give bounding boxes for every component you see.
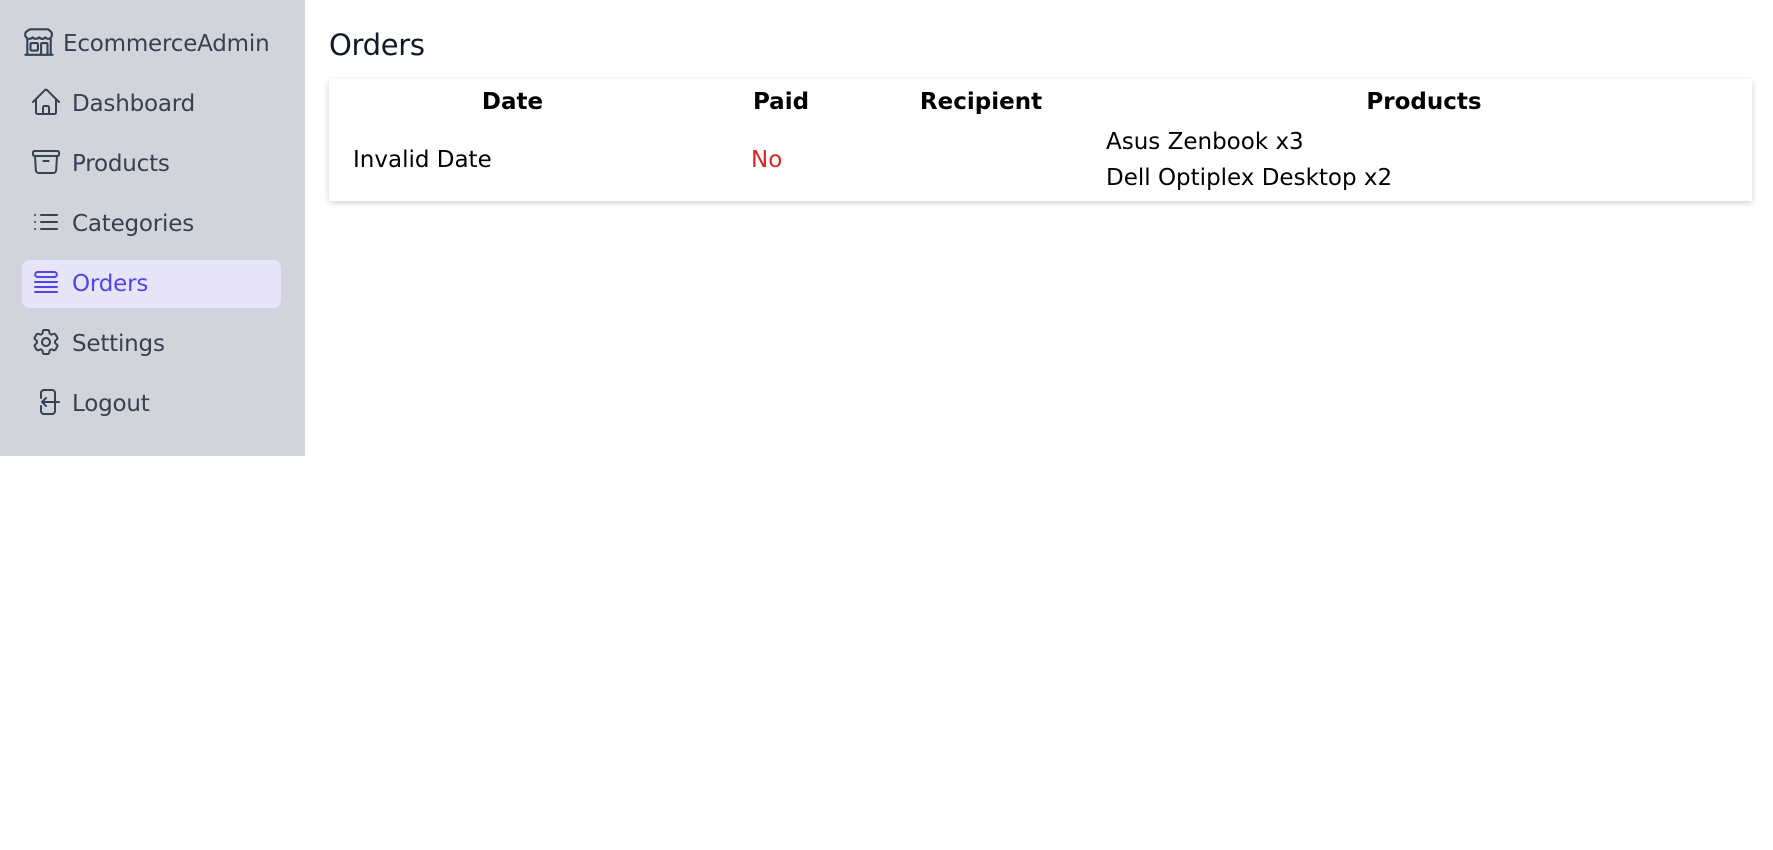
sidebar-item-settings[interactable]: Settings xyxy=(22,320,283,368)
column-header-date: Date xyxy=(481,89,544,115)
order-products: Asus Zenbook x3 Dell Optiplex Desktop x2 xyxy=(1096,121,1752,199)
column-header-paid: Paid xyxy=(752,89,810,115)
sidebar-item-label: Products xyxy=(72,151,170,177)
sidebar: EcommerceAdmin Dashboard Products Catego… xyxy=(0,0,305,456)
sidebar-item-label: Categories xyxy=(72,211,194,237)
column-header-recipient: Recipient xyxy=(919,89,1043,115)
sidebar-nav: Dashboard Products Categories Orders Set… xyxy=(22,80,283,428)
sidebar-item-label: Logout xyxy=(72,391,150,417)
table-row: Invalid Date No Asus Zenbook x3 Dell Opt… xyxy=(329,121,1752,199)
sidebar-item-logout[interactable]: Logout xyxy=(22,380,283,428)
orders-table: Date Paid Recipient Products Invalid Dat… xyxy=(329,79,1752,199)
sidebar-item-label: Dashboard xyxy=(72,91,195,117)
order-paid-status: No xyxy=(751,147,783,173)
column-header-products: Products xyxy=(1366,89,1482,115)
sidebar-item-orders[interactable]: Orders xyxy=(22,260,281,308)
sidebar-item-dashboard[interactable]: Dashboard xyxy=(22,80,283,128)
sidebar-item-products[interactable]: Products xyxy=(22,140,283,188)
queue-list-icon xyxy=(30,266,72,302)
sidebar-item-label: Settings xyxy=(72,331,165,357)
logout-icon xyxy=(30,386,72,422)
main-content: Orders Date Paid Recipient Products Inva… xyxy=(329,0,1773,850)
store-icon xyxy=(22,25,63,63)
product-line: Asus Zenbook x3 xyxy=(1106,129,1304,155)
table-header-row: Date Paid Recipient Products xyxy=(329,79,1752,121)
home-icon xyxy=(30,86,72,122)
gear-icon xyxy=(30,326,72,362)
sidebar-item-categories[interactable]: Categories xyxy=(22,200,283,248)
order-recipient xyxy=(866,121,1096,199)
list-icon xyxy=(30,206,72,242)
page-title: Orders xyxy=(329,28,425,62)
order-date: Invalid Date xyxy=(353,147,492,173)
product-line: Dell Optiplex Desktop x2 xyxy=(1106,165,1393,191)
archive-box-icon xyxy=(30,146,72,182)
brand-link[interactable]: EcommerceAdmin xyxy=(22,22,283,66)
brand-name: EcommerceAdmin xyxy=(63,31,270,57)
orders-table-card: Date Paid Recipient Products Invalid Dat… xyxy=(329,79,1752,201)
sidebar-item-label: Orders xyxy=(72,271,149,297)
